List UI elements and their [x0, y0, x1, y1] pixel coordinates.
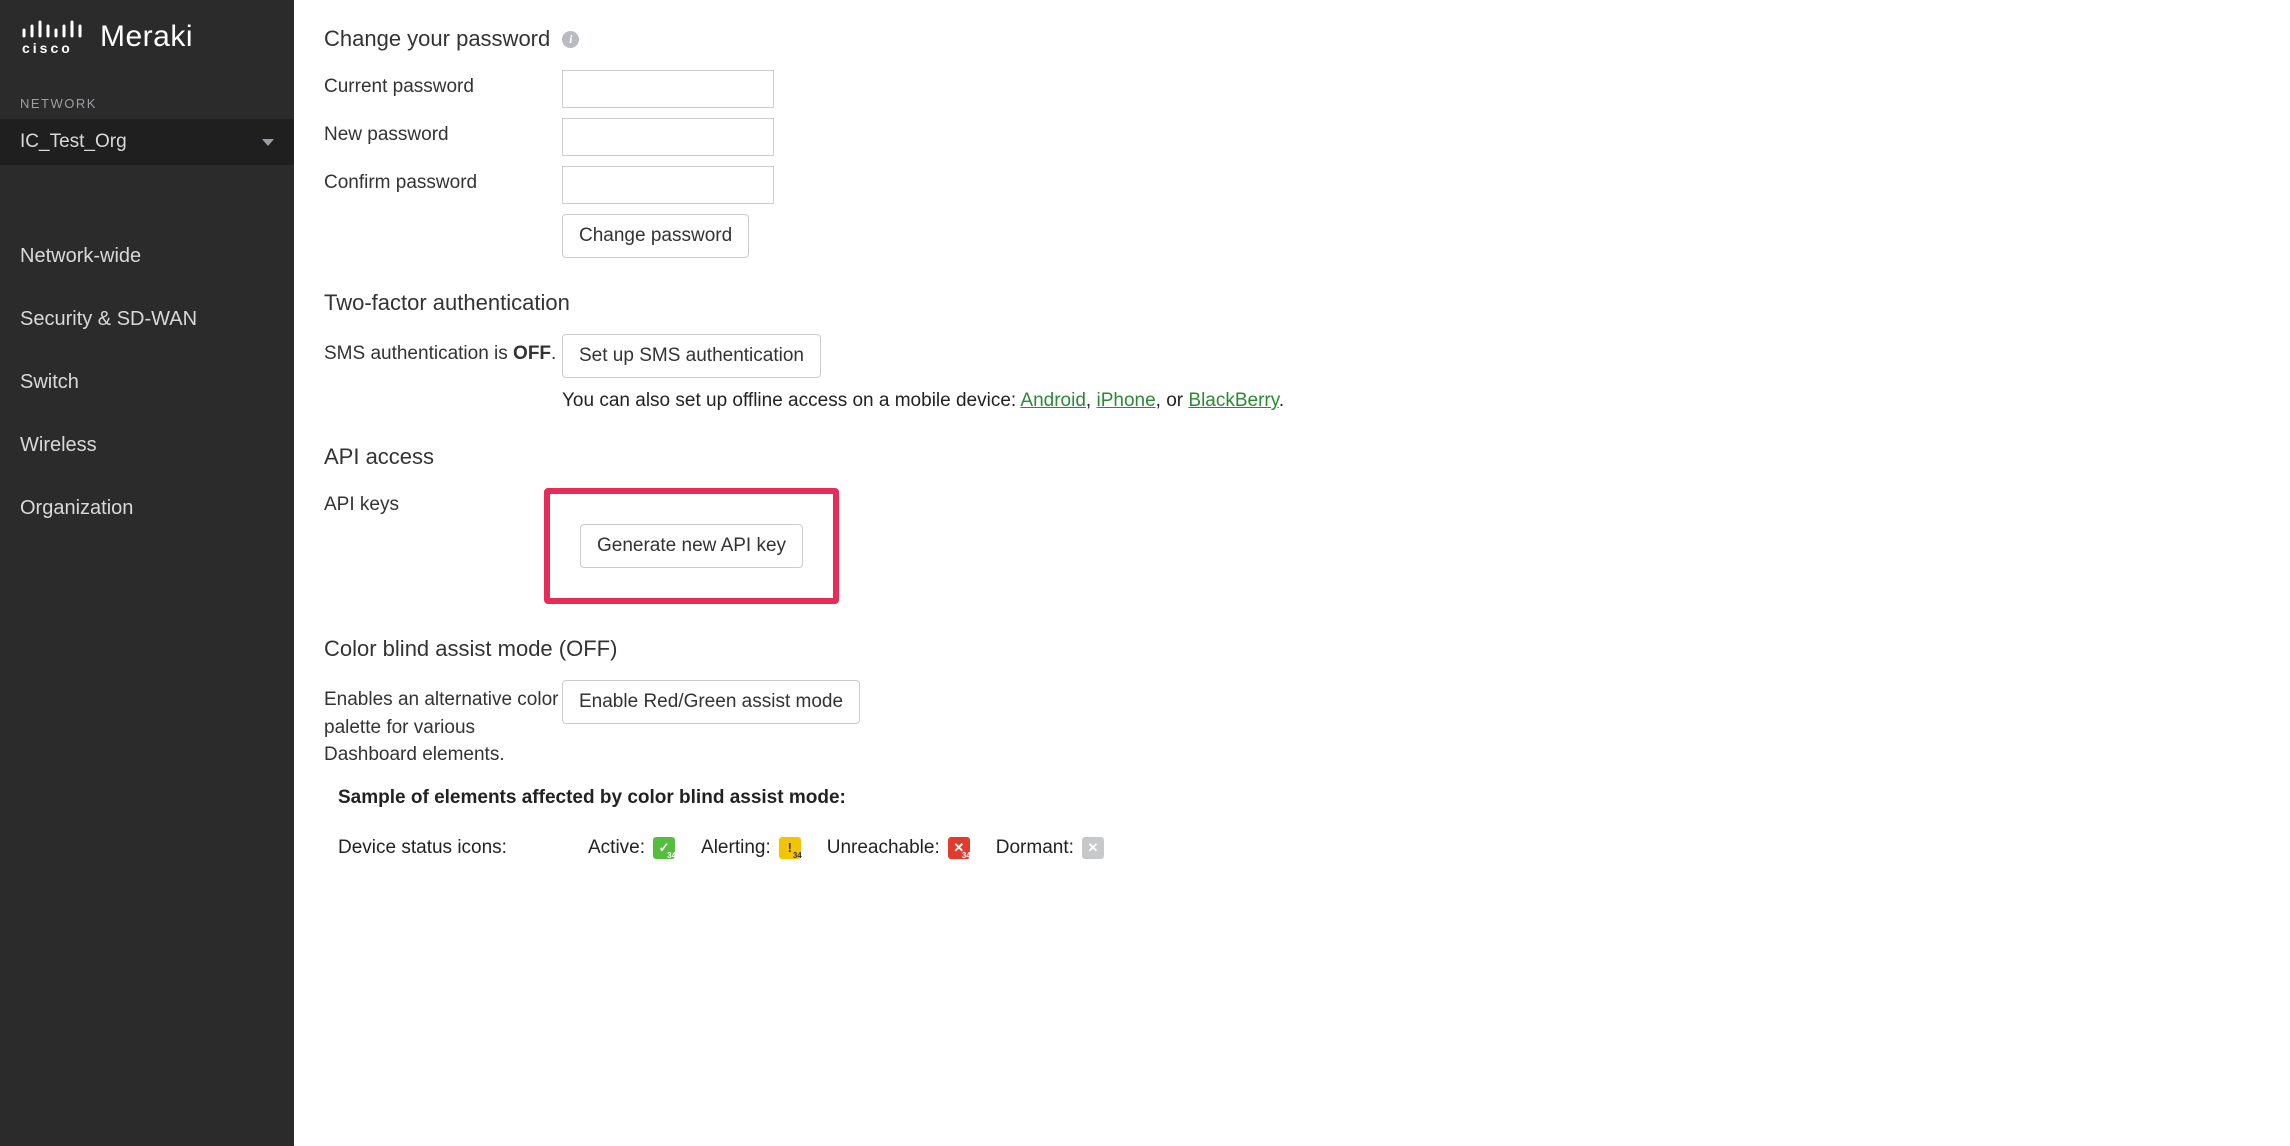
- current-password-label: Current password: [324, 70, 562, 98]
- sidebar-item-wireless[interactable]: Wireless: [0, 414, 294, 477]
- colorblind-section: Color blind assist mode (OFF) Enables an…: [324, 636, 2260, 859]
- cisco-icon: cisco: [20, 18, 86, 56]
- colorblind-title: Color blind assist mode (OFF): [324, 636, 2260, 662]
- change-password-title: Change your password i: [324, 26, 2260, 52]
- network-label: NETWORK: [0, 66, 294, 119]
- sample-title: Sample of elements affected by color bli…: [338, 787, 2260, 809]
- status-active-label: Active:: [588, 837, 645, 859]
- status-dormant-icon: ✕: [1082, 837, 1104, 859]
- side-nav: Network-wide Security & SD-WAN Switch Wi…: [0, 165, 294, 540]
- new-password-input[interactable]: [562, 118, 774, 156]
- colorblind-desc: Enables an alternative color palette for…: [324, 680, 562, 769]
- sms-status: SMS authentication is OFF.: [324, 334, 562, 369]
- status-unreachable-value: 34: [962, 851, 971, 860]
- network-name: IC_Test_Org: [20, 131, 127, 153]
- change-password-title-text: Change your password: [324, 26, 550, 52]
- current-password-input[interactable]: [562, 70, 774, 108]
- status-alerting-label: Alerting:: [701, 837, 771, 859]
- device-status-icons-label: Device status icons:: [338, 837, 562, 859]
- sidebar-item-switch[interactable]: Switch: [0, 351, 294, 414]
- status-alerting-icon: !34: [779, 837, 801, 859]
- status-unreachable-icon: ✕34: [948, 837, 970, 859]
- status-dormant-label: Dormant:: [996, 837, 1074, 859]
- info-icon[interactable]: i: [562, 31, 579, 48]
- two-factor-section: Two-factor authentication SMS authentica…: [324, 290, 2260, 412]
- chevron-down-icon: [262, 139, 274, 146]
- status-unreachable-label: Unreachable:: [827, 837, 940, 859]
- confirm-password-input[interactable]: [562, 166, 774, 204]
- network-selector[interactable]: IC_Test_Org: [0, 119, 294, 165]
- status-active-value: 34: [667, 851, 676, 860]
- api-access-section: API access API keys Generate new API key: [324, 444, 2260, 604]
- status-alerting-value: 34: [793, 851, 802, 860]
- offline-access-text: You can also set up offline access on a …: [562, 390, 2260, 412]
- status-active-icon: ✓34: [653, 837, 675, 859]
- change-password-button[interactable]: Change password: [562, 214, 749, 258]
- sep2: , or: [1156, 390, 1189, 411]
- sidebar: cisco Meraki NETWORK IC_Test_Org Network…: [0, 0, 294, 1146]
- new-password-label: New password: [324, 118, 562, 146]
- api-keys-label: API keys: [324, 488, 562, 516]
- enable-colorblind-button[interactable]: Enable Red/Green assist mode: [562, 680, 860, 724]
- svg-text:cisco: cisco: [22, 40, 73, 56]
- offline-suffix: .: [1279, 390, 1284, 411]
- confirm-password-label: Confirm password: [324, 166, 562, 194]
- sep1: ,: [1086, 390, 1097, 411]
- brand-logo: cisco Meraki: [0, 0, 294, 66]
- sms-status-value: OFF: [513, 343, 551, 364]
- generate-api-key-button[interactable]: Generate new API key: [580, 524, 803, 568]
- sidebar-item-security-sdwan[interactable]: Security & SD-WAN: [0, 288, 294, 351]
- android-link[interactable]: Android: [1020, 390, 1086, 411]
- change-password-section: Change your password i Current password …: [324, 26, 2260, 258]
- api-access-title: API access: [324, 444, 2260, 470]
- setup-sms-button[interactable]: Set up SMS authentication: [562, 334, 821, 378]
- main-content: Change your password i Current password …: [294, 0, 2290, 1146]
- brand-text: Meraki: [100, 20, 193, 54]
- api-key-highlight: Generate new API key: [544, 488, 839, 604]
- sidebar-item-organization[interactable]: Organization: [0, 477, 294, 540]
- sidebar-item-network-wide[interactable]: Network-wide: [0, 225, 294, 288]
- two-factor-title: Two-factor authentication: [324, 290, 2260, 316]
- blackberry-link[interactable]: BlackBerry: [1188, 390, 1278, 411]
- sms-status-prefix: SMS authentication is: [324, 343, 508, 364]
- iphone-link[interactable]: iPhone: [1096, 390, 1155, 411]
- offline-prefix: You can also set up offline access on a …: [562, 390, 1020, 411]
- sms-status-suffix: .: [551, 343, 556, 364]
